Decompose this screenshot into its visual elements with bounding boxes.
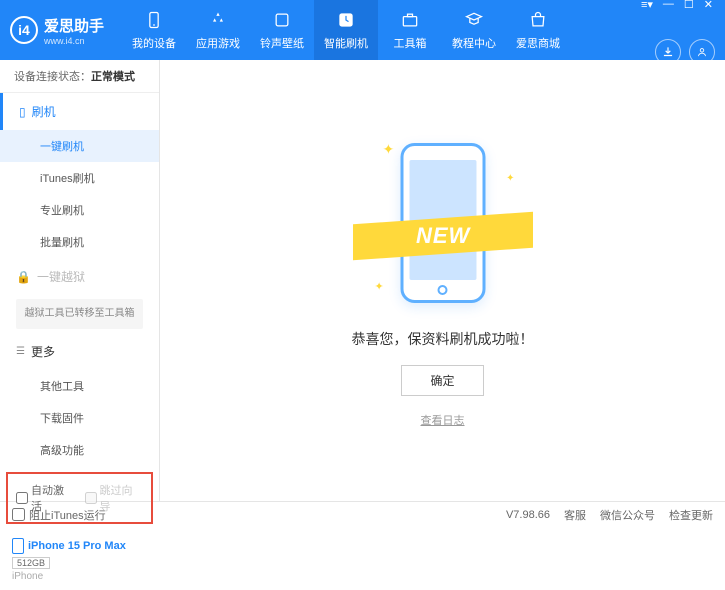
logo-icon: i4 bbox=[10, 16, 38, 44]
block-itunes-checkbox[interactable]: 阻止iTunes运行 bbox=[12, 507, 106, 523]
success-message: 恭喜您，保资料刷机成功啦！ bbox=[352, 329, 534, 349]
maximize-icon[interactable]: ☐ bbox=[682, 0, 696, 13]
sparkle-icon: ✦ bbox=[375, 280, 384, 293]
app-name: 爱思助手 bbox=[44, 15, 104, 36]
logo: i4 爱思助手 www.i4.cn bbox=[10, 15, 104, 46]
device-type: iPhone bbox=[12, 571, 147, 582]
view-log-link[interactable]: 查看日志 bbox=[421, 412, 465, 428]
close-icon[interactable]: ✕ bbox=[702, 0, 715, 13]
sidebar-item-download[interactable]: 下载固件 bbox=[0, 402, 159, 434]
flash-icon bbox=[335, 9, 357, 31]
version-label: V7.98.66 bbox=[506, 509, 550, 521]
footer-support[interactable]: 客服 bbox=[564, 507, 586, 523]
menu-icon[interactable]: ≡▾ bbox=[639, 0, 655, 13]
sidebar-item-other[interactable]: 其他工具 bbox=[0, 370, 159, 402]
nav-toolbox[interactable]: 工具箱 bbox=[378, 0, 442, 60]
apps-icon bbox=[207, 9, 229, 31]
sidebar-item-batch[interactable]: 批量刷机 bbox=[0, 226, 159, 258]
jailbreak-note: 越狱工具已转移至工具箱 bbox=[16, 299, 143, 329]
tutorial-icon bbox=[463, 9, 485, 31]
sidebar-item-itunes[interactable]: iTunes刷机 bbox=[0, 162, 159, 194]
ok-button[interactable]: 确定 bbox=[401, 365, 483, 396]
app-site: www.i4.cn bbox=[44, 36, 104, 46]
device-name: iPhone 15 Pro Max bbox=[12, 538, 147, 554]
sidebar-section-more[interactable]: ☰ 更多 bbox=[0, 333, 159, 370]
chevron-icon: ☰ bbox=[16, 346, 25, 357]
footer-wechat[interactable]: 微信公众号 bbox=[600, 507, 655, 523]
device-storage: 512GB bbox=[12, 557, 50, 569]
device-info: iPhone 15 Pro Max 512GB iPhone bbox=[0, 530, 159, 590]
header-controls: ≡▾ — ☐ ✕ bbox=[639, 0, 715, 65]
main-nav: 我的设备 应用游戏 铃声壁纸 智能刷机 工具箱 教程中心 爱思商城 bbox=[122, 0, 639, 60]
header: i4 爱思助手 www.i4.cn 我的设备 应用游戏 铃声壁纸 智能刷机 工具… bbox=[0, 0, 725, 60]
new-ribbon: NEW bbox=[353, 212, 533, 261]
sidebar-item-pro[interactable]: 专业刷机 bbox=[0, 194, 159, 226]
minimize-icon[interactable]: — bbox=[661, 0, 676, 13]
sparkle-icon: ✦ bbox=[506, 173, 514, 184]
sparkle-icon: ✦ bbox=[383, 141, 395, 158]
footer-update[interactable]: 检查更新 bbox=[669, 507, 713, 523]
toolbox-icon bbox=[399, 9, 421, 31]
nav-my-device[interactable]: 我的设备 bbox=[122, 0, 186, 60]
device-icon bbox=[143, 9, 165, 31]
sidebar: 设备连接状态：正常模式 ▯ 刷机 一键刷机 iTunes刷机 专业刷机 批量刷机… bbox=[0, 60, 160, 501]
success-illustration: ✦ ✦ ✦ NEW bbox=[353, 133, 533, 313]
nav-ringtones[interactable]: 铃声壁纸 bbox=[250, 0, 314, 60]
sidebar-section-flash[interactable]: ▯ 刷机 bbox=[0, 93, 159, 130]
ringtone-icon bbox=[271, 9, 293, 31]
lock-icon: 🔒 bbox=[16, 270, 31, 284]
nav-apps[interactable]: 应用游戏 bbox=[186, 0, 250, 60]
connection-status: 设备连接状态：正常模式 bbox=[0, 60, 159, 93]
sidebar-item-advanced[interactable]: 高级功能 bbox=[0, 434, 159, 466]
nav-store[interactable]: 爱思商城 bbox=[506, 0, 570, 60]
nav-tutorials[interactable]: 教程中心 bbox=[442, 0, 506, 60]
sidebar-section-jailbreak[interactable]: 🔒 一键越狱 bbox=[0, 258, 159, 295]
sidebar-item-oneclick[interactable]: 一键刷机 bbox=[0, 130, 159, 162]
nav-flash[interactable]: 智能刷机 bbox=[314, 0, 378, 60]
phone-icon: ▯ bbox=[19, 105, 26, 119]
main-content: ✦ ✦ ✦ NEW 恭喜您，保资料刷机成功啦！ 确定 查看日志 bbox=[160, 60, 725, 501]
store-icon bbox=[527, 9, 549, 31]
